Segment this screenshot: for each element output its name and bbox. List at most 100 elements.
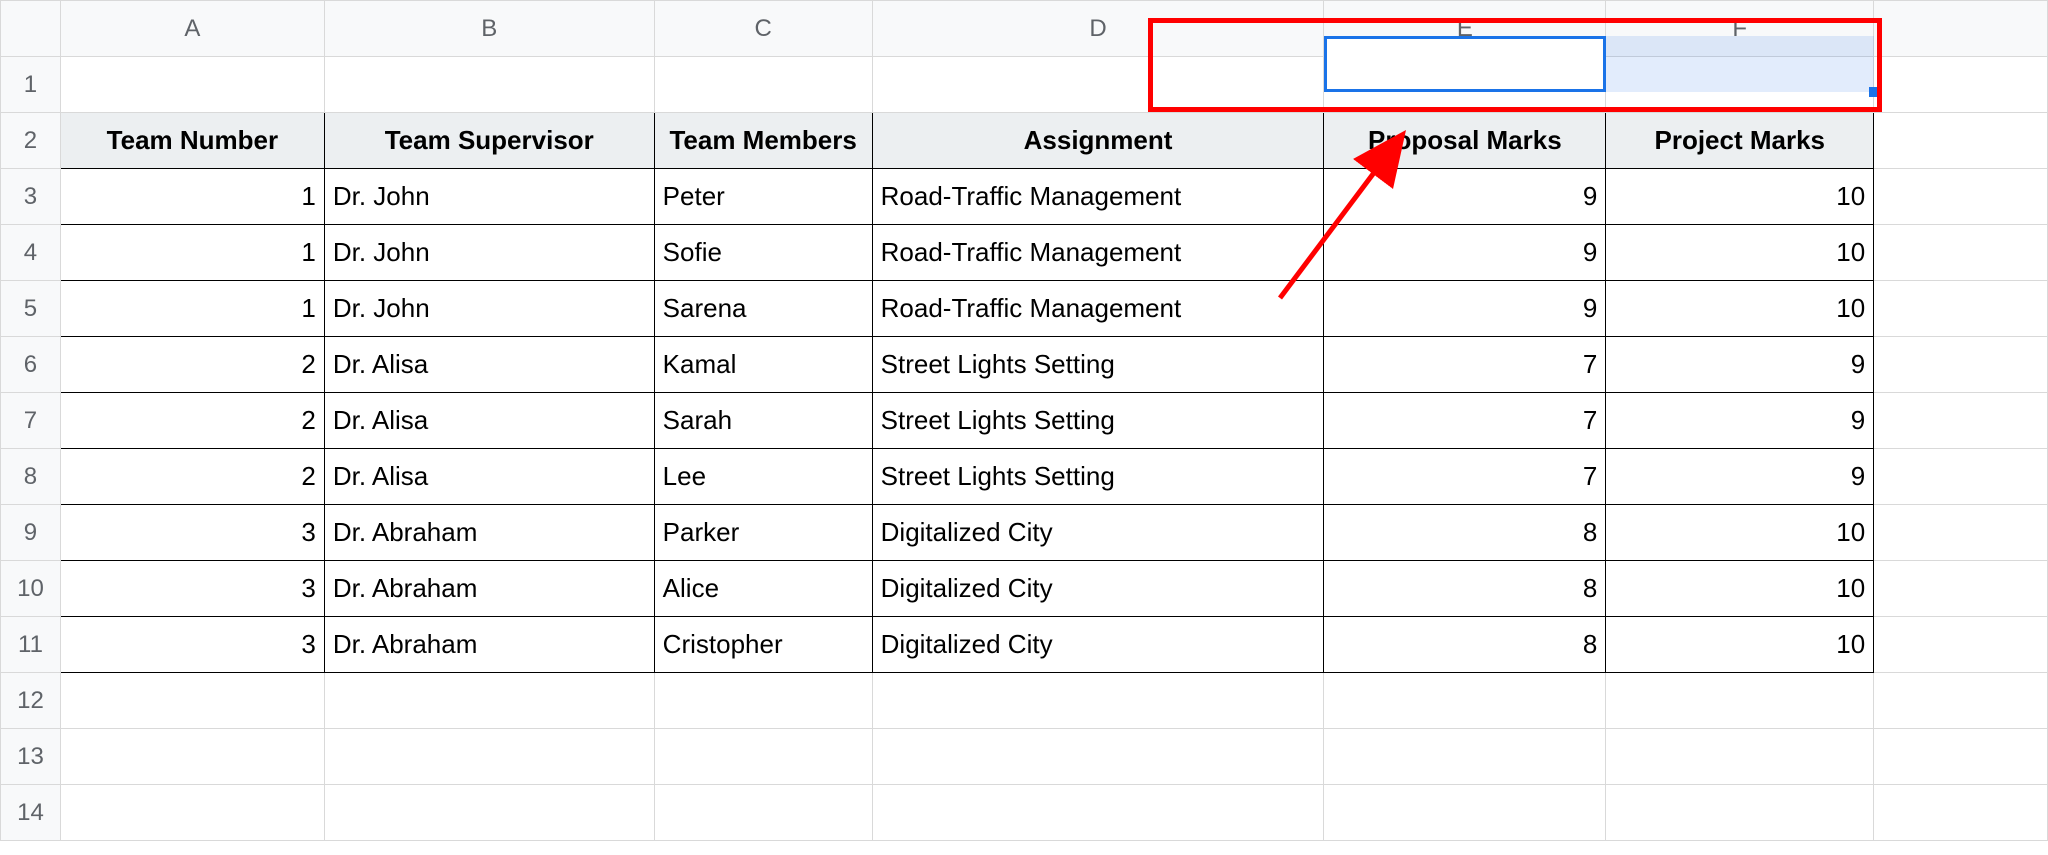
row-header-12[interactable]: 12 <box>1 673 61 729</box>
row-header-14[interactable]: 14 <box>1 785 61 841</box>
row-header-3[interactable]: 3 <box>1 169 61 225</box>
row-header-4[interactable]: 4 <box>1 225 61 281</box>
cell-F1[interactable] <box>1606 57 1874 113</box>
cell-F9[interactable]: 10 <box>1606 505 1874 561</box>
cell-D6[interactable]: Street Lights Setting <box>872 337 1324 393</box>
cell-A14[interactable] <box>60 785 324 841</box>
header-team-members[interactable]: Team Members <box>654 113 872 169</box>
cell-D11[interactable]: Digitalized City <box>872 617 1324 673</box>
cell-E1[interactable] <box>1324 57 1606 113</box>
cell-A4[interactable]: 1 <box>60 225 324 281</box>
cell-D13[interactable] <box>872 729 1324 785</box>
cell-A5[interactable]: 1 <box>60 281 324 337</box>
cell-G3[interactable] <box>1874 169 2048 225</box>
cell-B6[interactable]: Dr. Alisa <box>324 337 654 393</box>
cell-B8[interactable]: Dr. Alisa <box>324 449 654 505</box>
row-header-10[interactable]: 10 <box>1 561 61 617</box>
cell-B1[interactable] <box>324 57 654 113</box>
col-header-blank[interactable] <box>1874 1 2048 57</box>
cell-C10[interactable]: Alice <box>654 561 872 617</box>
cell-G2[interactable] <box>1874 113 2048 169</box>
cell-C3[interactable]: Peter <box>654 169 872 225</box>
cell-B14[interactable] <box>324 785 654 841</box>
col-header-B[interactable]: B <box>324 1 654 57</box>
cell-F3[interactable]: 10 <box>1606 169 1874 225</box>
cell-F12[interactable] <box>1606 673 1874 729</box>
header-proposal-marks[interactable]: Proposal Marks <box>1324 113 1606 169</box>
header-project-marks[interactable]: Project Marks <box>1606 113 1874 169</box>
select-all-corner[interactable] <box>1 1 61 57</box>
cell-C6[interactable]: Kamal <box>654 337 872 393</box>
cell-A10[interactable]: 3 <box>60 561 324 617</box>
row-header-8[interactable]: 8 <box>1 449 61 505</box>
cell-C9[interactable]: Parker <box>654 505 872 561</box>
cell-B9[interactable]: Dr. Abraham <box>324 505 654 561</box>
cell-B4[interactable]: Dr. John <box>324 225 654 281</box>
cell-A1[interactable] <box>60 57 324 113</box>
cell-D8[interactable]: Street Lights Setting <box>872 449 1324 505</box>
cell-G1[interactable] <box>1874 57 2048 113</box>
cell-B10[interactable]: Dr. Abraham <box>324 561 654 617</box>
cell-G6[interactable] <box>1874 337 2048 393</box>
row-header-13[interactable]: 13 <box>1 729 61 785</box>
row-header-7[interactable]: 7 <box>1 393 61 449</box>
cell-D4[interactable]: Road-Traffic Management <box>872 225 1324 281</box>
cell-F4[interactable]: 10 <box>1606 225 1874 281</box>
cell-B5[interactable]: Dr. John <box>324 281 654 337</box>
cell-C8[interactable]: Lee <box>654 449 872 505</box>
cell-D3[interactable]: Road-Traffic Management <box>872 169 1324 225</box>
cell-D1[interactable] <box>872 57 1324 113</box>
cell-C1[interactable] <box>654 57 872 113</box>
cell-G7[interactable] <box>1874 393 2048 449</box>
cell-A12[interactable] <box>60 673 324 729</box>
cell-G8[interactable] <box>1874 449 2048 505</box>
header-assignment[interactable]: Assignment <box>872 113 1324 169</box>
cell-G4[interactable] <box>1874 225 2048 281</box>
col-header-A[interactable]: A <box>60 1 324 57</box>
row-header-1[interactable]: 1 <box>1 57 61 113</box>
header-team-supervisor[interactable]: Team Supervisor <box>324 113 654 169</box>
cell-C14[interactable] <box>654 785 872 841</box>
row-header-11[interactable]: 11 <box>1 617 61 673</box>
cell-C13[interactable] <box>654 729 872 785</box>
cell-G14[interactable] <box>1874 785 2048 841</box>
cell-C12[interactable] <box>654 673 872 729</box>
cell-E9[interactable]: 8 <box>1324 505 1606 561</box>
cell-D5[interactable]: Road-Traffic Management <box>872 281 1324 337</box>
cell-G10[interactable] <box>1874 561 2048 617</box>
cell-F6[interactable]: 9 <box>1606 337 1874 393</box>
cell-G13[interactable] <box>1874 729 2048 785</box>
col-header-D[interactable]: D <box>872 1 1324 57</box>
cell-F11[interactable]: 10 <box>1606 617 1874 673</box>
cell-D9[interactable]: Digitalized City <box>872 505 1324 561</box>
spreadsheet-grid[interactable]: A B C D E F 1 2 <box>0 0 2048 841</box>
cell-D10[interactable]: Digitalized City <box>872 561 1324 617</box>
cell-E4[interactable]: 9 <box>1324 225 1606 281</box>
row-header-9[interactable]: 9 <box>1 505 61 561</box>
cell-E10[interactable]: 8 <box>1324 561 1606 617</box>
cell-A9[interactable]: 3 <box>60 505 324 561</box>
col-header-E[interactable]: E <box>1324 1 1606 57</box>
cell-C5[interactable]: Sarena <box>654 281 872 337</box>
cell-A7[interactable]: 2 <box>60 393 324 449</box>
cell-B11[interactable]: Dr. Abraham <box>324 617 654 673</box>
cell-A3[interactable]: 1 <box>60 169 324 225</box>
row-header-5[interactable]: 5 <box>1 281 61 337</box>
cell-E7[interactable]: 7 <box>1324 393 1606 449</box>
cell-F14[interactable] <box>1606 785 1874 841</box>
header-team-number[interactable]: Team Number <box>60 113 324 169</box>
cell-E5[interactable]: 9 <box>1324 281 1606 337</box>
row-header-6[interactable]: 6 <box>1 337 61 393</box>
cell-E3[interactable]: 9 <box>1324 169 1606 225</box>
cell-A8[interactable]: 2 <box>60 449 324 505</box>
cell-D14[interactable] <box>872 785 1324 841</box>
cell-F7[interactable]: 9 <box>1606 393 1874 449</box>
cell-C4[interactable]: Sofie <box>654 225 872 281</box>
cell-D12[interactable] <box>872 673 1324 729</box>
cell-B13[interactable] <box>324 729 654 785</box>
cell-E12[interactable] <box>1324 673 1606 729</box>
col-header-F[interactable]: F <box>1606 1 1874 57</box>
cell-F10[interactable]: 10 <box>1606 561 1874 617</box>
cell-B12[interactable] <box>324 673 654 729</box>
cell-F13[interactable] <box>1606 729 1874 785</box>
